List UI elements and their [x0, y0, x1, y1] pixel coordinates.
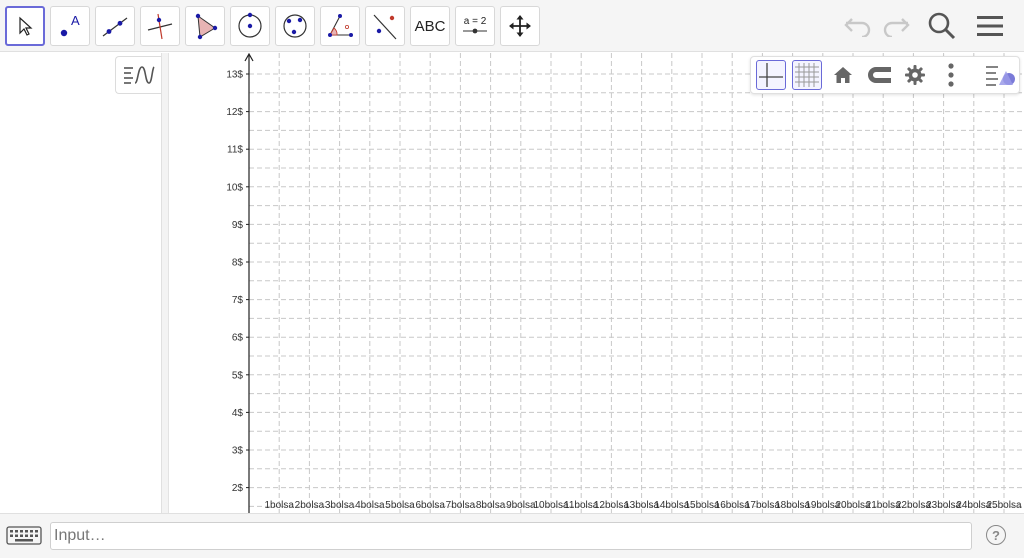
circle-center-point-icon — [238, 12, 262, 38]
y-tick-label: 3$ — [232, 446, 244, 457]
geogebra-app: A ABC a = 2 13$ 12$ 11$ 10$ 9$ 8$ 7$ 6$ … — [0, 0, 1024, 558]
toggle-grid-button[interactable] — [792, 60, 822, 90]
virtual-keyboard-button[interactable] — [0, 521, 48, 551]
circle-three-points-icon — [283, 14, 307, 38]
slider-track-icon — [463, 28, 487, 34]
x-tick-label: 8bolsa — [476, 500, 506, 511]
graphics-view[interactable]: 13$ 12$ 11$ 10$ 9$ 8$ 7$ 6$ 5$ 4$ 3$ 2$ 1bolsa 2bols… — [169, 53, 1024, 513]
main-menu-button[interactable] — [972, 8, 1008, 44]
cursor-arrow-icon — [19, 16, 33, 36]
move-graphics-view-icon — [509, 15, 531, 37]
y-tick-label: 6$ — [232, 333, 244, 344]
style-bar-toggle-button[interactable] — [983, 60, 1019, 90]
grid — [249, 53, 1024, 513]
toggle-axes-button[interactable] — [756, 60, 786, 90]
x-axis-labels: 1bolsa 2bolsa 3bolsa 4bolsa 5bolsa 6bolsa 7bol… — [264, 500, 1021, 511]
y-tick-label: 13$ — [226, 70, 243, 81]
algebra-view-toggle-icon — [123, 66, 155, 84]
x-tick-label: 9bolsa — [506, 500, 536, 511]
input-bar: ? — [0, 513, 1024, 558]
x-tick-label: 4bolsa — [355, 500, 385, 511]
perpendicular-line-icon — [147, 13, 173, 40]
text-tool[interactable]: ABC — [410, 6, 450, 46]
help-icon: ? — [992, 527, 1000, 543]
redo-button[interactable] — [878, 8, 914, 44]
home-icon — [834, 67, 852, 83]
undo-button[interactable] — [840, 8, 876, 44]
graphics-style-bar — [750, 56, 1020, 94]
grid-icon — [795, 63, 819, 87]
x-tick-label: 25bolsa — [986, 500, 1021, 511]
settings-icon — [905, 65, 925, 85]
polygon-tool[interactable] — [185, 6, 225, 46]
y-tick-label: 5$ — [232, 370, 244, 381]
y-tick-label: 10$ — [226, 182, 243, 193]
slider-tool-label: a = 2 — [463, 16, 487, 27]
y-tick-label: 4$ — [232, 408, 244, 419]
standard-view-button[interactable] — [828, 60, 858, 90]
point-capturing-icon — [868, 67, 891, 83]
point-capturing-button[interactable] — [864, 60, 894, 90]
algebra-view[interactable] — [0, 53, 162, 513]
y-axis-labels: 13$ 12$ 11$ 10$ 9$ 8$ 7$ 6$ 5$ 4$ 3$ 2$ — [226, 70, 243, 495]
line-tool[interactable] — [95, 6, 135, 46]
x-tick-label: 6bolsa — [415, 500, 445, 511]
line-through-points-icon — [102, 17, 128, 37]
search-icon — [928, 12, 956, 40]
more-options-button[interactable] — [936, 60, 966, 90]
point-icon: A — [60, 13, 80, 37]
more-icon — [948, 63, 954, 87]
y-tick-label: 8$ — [232, 258, 244, 269]
text-tool-label: ABC — [414, 17, 446, 35]
graphics-canvas[interactable]: 13$ 12$ 11$ 10$ 9$ 8$ 7$ 6$ 5$ 4$ 3$ 2$ 1bolsa 2bols… — [169, 53, 1024, 513]
move-graphics-tool[interactable] — [500, 6, 540, 46]
x-tick-label: 2bolsa — [295, 500, 325, 511]
graphics-settings-button[interactable] — [900, 60, 930, 90]
reflect-tool[interactable] — [365, 6, 405, 46]
axes-icon — [759, 63, 783, 87]
y-tick-label: 12$ — [226, 107, 243, 118]
algebra-input-field[interactable] — [50, 522, 972, 550]
y-tick-label: 11$ — [227, 145, 243, 156]
style-bar-toggle-icon — [986, 66, 1015, 86]
move-tool[interactable] — [5, 6, 45, 46]
x-tick-label: 5bolsa — [385, 500, 415, 511]
input-help-button[interactable]: ? — [986, 525, 1006, 545]
reflect-about-line-icon — [373, 14, 397, 40]
polygon-icon — [195, 13, 218, 40]
axes — [244, 53, 254, 513]
slider-tool[interactable]: a = 2 — [455, 6, 495, 46]
ellipse-tool[interactable] — [275, 6, 315, 46]
slider-icon: a = 2 — [462, 17, 488, 35]
y-tick-label: 9$ — [232, 220, 244, 231]
point-tool-label: A — [71, 13, 80, 28]
redo-icon — [883, 18, 910, 37]
search-button[interactable] — [924, 8, 960, 44]
toolbar: A ABC a = 2 — [0, 0, 1024, 52]
angle-tool[interactable] — [320, 6, 360, 46]
menu-icon — [977, 16, 1003, 36]
view-splitter[interactable] — [162, 53, 169, 513]
x-tick-label: 7bolsa — [446, 500, 476, 511]
undo-icon — [844, 18, 871, 37]
x-tick-label: 1bolsa — [264, 500, 294, 511]
x-tick-label: 3bolsa — [325, 500, 355, 511]
algebra-view-toggle-button[interactable] — [115, 56, 161, 94]
point-tool[interactable]: A — [50, 6, 90, 46]
circle-tool[interactable] — [230, 6, 270, 46]
y-tick-label: 7$ — [232, 295, 244, 306]
angle-icon — [328, 14, 353, 37]
y-tick-label: 2$ — [232, 483, 244, 494]
keyboard-icon — [6, 526, 42, 545]
perpendicular-tool[interactable] — [140, 6, 180, 46]
